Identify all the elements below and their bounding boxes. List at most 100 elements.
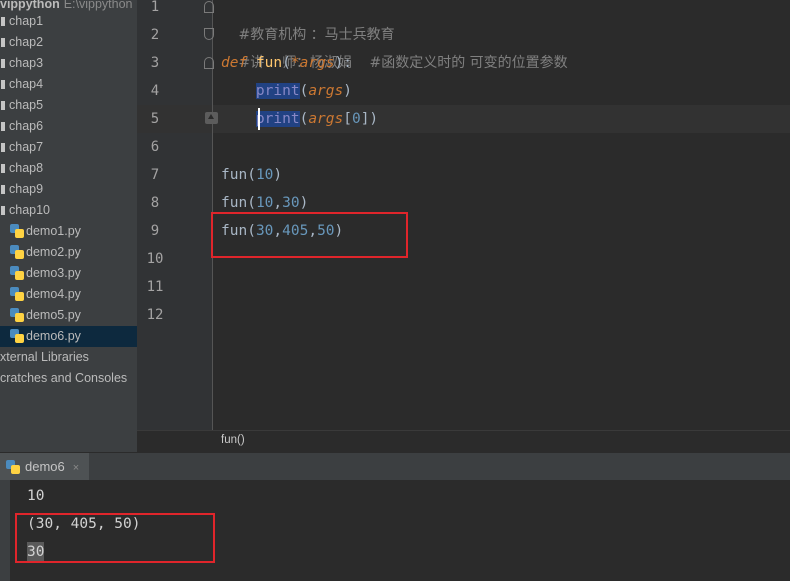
line-number: 12 [146, 307, 164, 323]
root-title: vippython [0, 0, 60, 11]
python-file-icon [10, 224, 24, 238]
tree-item-label: chap2 [9, 35, 44, 49]
builtin-call: print [255, 111, 300, 127]
tree-item-demo4-py[interactable]: demo4.py [0, 284, 81, 305]
breadcrumb: fun() [137, 430, 790, 452]
code-line-4[interactable]: print(args) [221, 77, 352, 105]
python-file-icon [10, 329, 24, 343]
breadcrumb-item[interactable]: fun() [221, 434, 245, 446]
python-file-icon [10, 245, 24, 259]
tree-item-chap7[interactable]: chap7 [0, 137, 43, 158]
builtin-call: print [255, 83, 300, 99]
line-number: 10 [146, 251, 164, 267]
python-file-icon [6, 460, 20, 474]
annotation-box-output [15, 513, 215, 563]
tree-item-chap8[interactable]: chap8 [0, 158, 43, 179]
tree-item-demo2-py[interactable]: demo2.py [0, 242, 81, 263]
number: 10 [255, 195, 274, 211]
line-number: 5 [150, 111, 160, 127]
tree-item-label: demo4.py [26, 287, 81, 301]
tree-item-chap3[interactable]: chap3 [0, 53, 43, 74]
paren: ) [299, 195, 309, 211]
tree-item-chap6[interactable]: chap6 [0, 116, 43, 137]
paren: ( [299, 83, 309, 99]
tree-item-label: chap10 [9, 203, 51, 217]
tree-item-label: demo6.py [26, 329, 81, 343]
tree-item-chap2[interactable]: chap2 [0, 32, 43, 53]
text-caret [258, 108, 260, 130]
keyword: def [221, 55, 248, 71]
function-name: fun [255, 55, 283, 71]
code-line-1[interactable]: #教育机构 ：马士兵教育 [221, 0, 394, 43]
python-file-icon [10, 287, 24, 301]
tree-item-label: chap5 [9, 98, 44, 112]
tree-item-chap9[interactable]: chap9 [0, 179, 43, 200]
tree-item-label: xternal Libraries [0, 350, 89, 364]
tree-item-label: demo5.py [26, 308, 81, 322]
paren: ) [273, 167, 283, 183]
folder-icon [1, 164, 5, 173]
line-number: 6 [150, 139, 160, 155]
run-tab-label: demo6 [25, 459, 65, 474]
folder-icon [1, 38, 5, 47]
argument: args [308, 83, 344, 99]
line-number: 1 [150, 0, 160, 15]
paren: ( [282, 55, 291, 71]
tree-item-xternal-libraries[interactable]: xternal Libraries [0, 347, 89, 368]
line-number: 11 [146, 279, 164, 295]
argument: args [308, 111, 344, 127]
folder-icon [1, 59, 5, 68]
folder-icon [1, 206, 5, 215]
line-number: 8 [150, 195, 160, 211]
fold-end-icon[interactable] [204, 28, 214, 40]
folder-icon [1, 122, 5, 131]
run-tab[interactable]: demo6 × [0, 453, 90, 480]
root-path: E:\vippython [63, 0, 133, 11]
tree-item-demo6-py[interactable]: demo6.py [0, 326, 137, 347]
tree-item-demo5-py[interactable]: demo5.py [0, 305, 81, 326]
folder-icon [1, 143, 5, 152]
line-number: 4 [150, 83, 160, 99]
run-toolbar: demo6 × [0, 452, 790, 480]
project-tree: vippython E:\vippython chap1 chap2 chap3 cha… [0, 0, 137, 452]
fold-end-marker-icon[interactable] [205, 112, 218, 124]
tree-item-chap5[interactable]: chap5 [0, 95, 43, 116]
comma: , [273, 195, 283, 211]
python-file-icon [10, 266, 24, 280]
fold-start-icon[interactable] [204, 57, 214, 69]
line-number: 2 [150, 27, 160, 43]
number: 30 [282, 195, 300, 211]
paren: ]) [360, 111, 379, 127]
tree-item-label: demo3.py [26, 266, 81, 280]
folder-icon [1, 17, 5, 26]
line-number: 7 [150, 167, 160, 183]
tree-item-label: chap1 [9, 14, 44, 28]
tree-item-chap4[interactable]: chap4 [0, 74, 43, 95]
tree-item-chap10[interactable]: chap10 [0, 200, 50, 221]
function-call: fun [221, 195, 248, 211]
folder-icon [1, 101, 5, 110]
tree-item-label: chap7 [9, 140, 44, 154]
code-line-2[interactable]: #讲 师：杨淑娟 [221, 21, 352, 71]
folder-icon [1, 80, 5, 89]
comment: #函数定义时的 可变的位置参数 [369, 55, 568, 71]
paren: ( [299, 111, 309, 127]
tree-item-label: chap9 [9, 182, 44, 196]
code-line-5[interactable]: print(args[0]) [221, 105, 378, 133]
tree-item-label: demo1.py [26, 224, 81, 238]
tree-item-cratches-and-consoles[interactable]: cratches and Consoles [0, 368, 127, 389]
bracket: [ [343, 111, 352, 127]
annotation-box-code [211, 212, 408, 258]
index: 0 [351, 111, 361, 127]
close-icon[interactable]: × [73, 462, 79, 474]
code-line-7[interactable]: fun(10) [221, 161, 282, 189]
tree-item-chap1[interactable]: chap1 [0, 11, 43, 32]
tree-item-label: chap6 [9, 119, 44, 133]
line-number: 9 [150, 223, 160, 239]
tree-item-label: cratches and Consoles [0, 371, 128, 385]
tree-item-demo3-py[interactable]: demo3.py [0, 263, 81, 284]
code-line-3[interactable]: def fun(*args): #函数定义时的 可变的位置参数 [221, 49, 568, 77]
paren: ): [334, 55, 352, 71]
fold-start-icon[interactable] [204, 1, 214, 13]
tree-item-demo1-py[interactable]: demo1.py [0, 221, 81, 242]
